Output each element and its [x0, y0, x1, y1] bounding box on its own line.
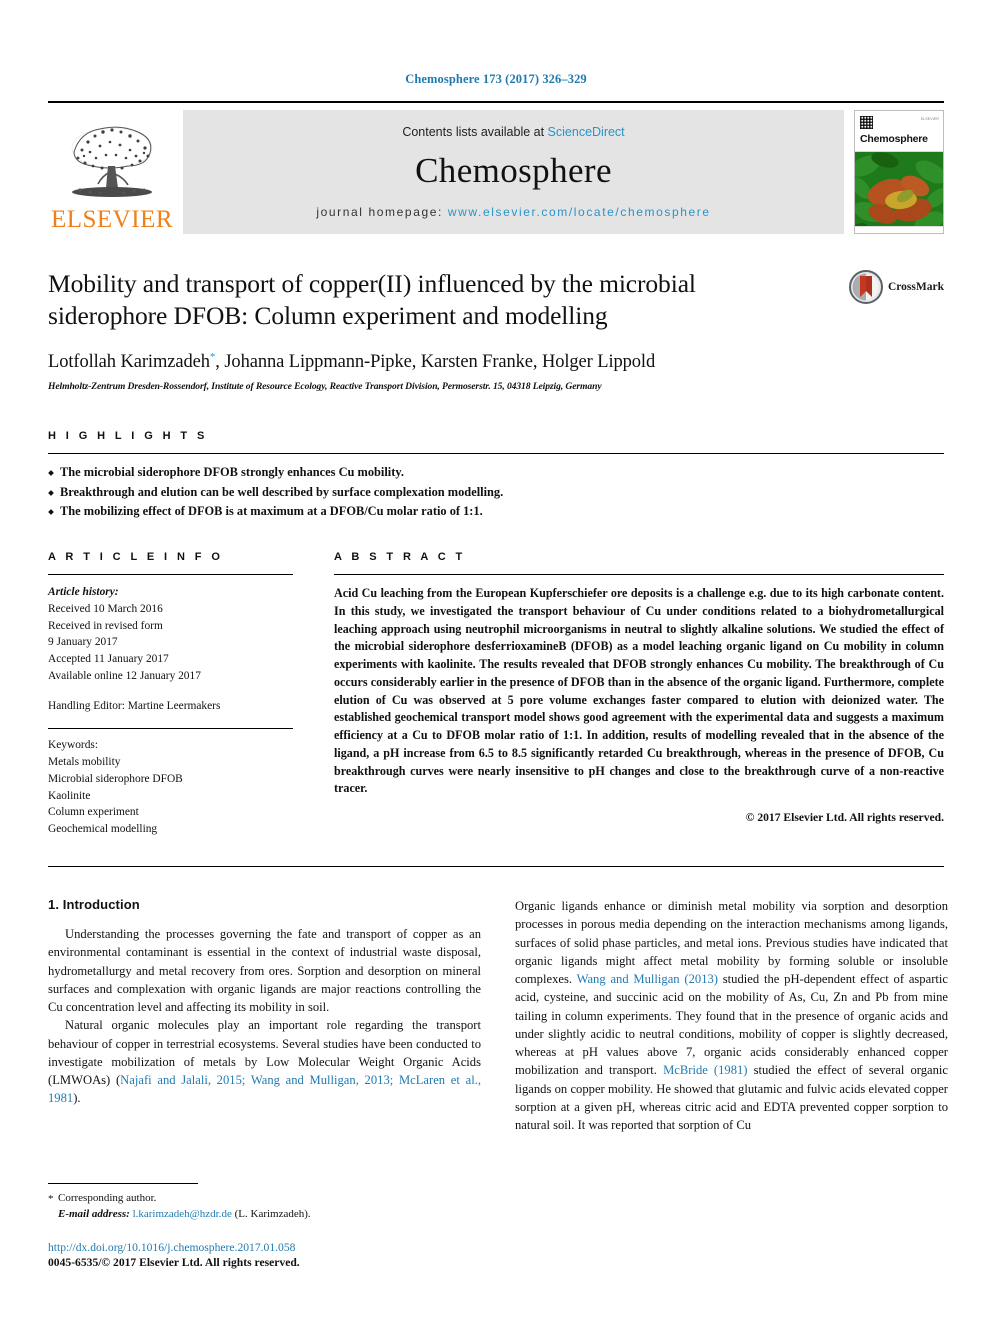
- history-line: Available online 12 January 2017: [48, 669, 201, 682]
- doi-block: http://dx.doi.org/10.1016/j.chemosphere.…: [48, 1241, 481, 1269]
- elsevier-logo: ELSEVIER: [48, 110, 176, 234]
- asterisk-icon: *: [48, 1193, 54, 1206]
- cover-photo: [855, 151, 943, 226]
- crossmark-icon: [848, 270, 883, 304]
- history-line: Received 10 March 2016: [48, 602, 163, 615]
- keywords-divider: [48, 728, 293, 730]
- doi-link[interactable]: http://dx.doi.org/10.1016/j.chemosphere.…: [48, 1241, 481, 1254]
- citation-link[interactable]: McBride (1981): [663, 1063, 747, 1077]
- cover-publisher-label: ELSEVIER: [920, 117, 939, 121]
- section-heading-introduction: 1. Introduction: [48, 897, 140, 913]
- body-column-right: Organic ligands enhance or diminish meta…: [515, 897, 948, 1134]
- crossmark-badge[interactable]: CrossMark: [848, 270, 944, 304]
- masthead-center-panel: Contents lists available at ScienceDirec…: [183, 110, 844, 234]
- barcode-icon: [860, 116, 873, 129]
- running-head: Chemosphere 173 (2017) 326–329: [405, 72, 587, 86]
- cover-bottom-bar: [855, 225, 943, 233]
- cover-journal-title: Chemosphere: [860, 132, 928, 145]
- author-corresponding: Lotfollah Karimzadeh: [48, 352, 210, 373]
- highlights-section: H I G H L I G H T S The microbial sidero…: [48, 430, 944, 521]
- abstract-text: Acid Cu leaching from the European Kupfe…: [334, 586, 944, 796]
- article-info-section: A R T I C L E I N F O Article history: R…: [48, 551, 293, 838]
- keywords-block: Keywords: Metals mobility Microbial side…: [48, 737, 293, 838]
- keyword-item: Microbial siderophore DFOB: [48, 772, 183, 785]
- keyword-item: Metals mobility: [48, 756, 121, 769]
- author-list: Lotfollah Karimzadeh*, Johanna Lippmann-…: [48, 351, 944, 373]
- affiliation: Helmholtz-Zentrum Dresden-Rossendorf, In…: [48, 381, 602, 393]
- contents-available-line: Contents lists available at ScienceDirec…: [402, 125, 624, 139]
- author-list-rest: , Johanna Lippmann-Pipke, Karsten Franke…: [215, 352, 656, 373]
- keywords-label: Keywords:: [48, 739, 98, 752]
- journal-homepage-link[interactable]: www.elsevier.com/locate/chemosphere: [448, 205, 711, 219]
- body-divider: [48, 866, 944, 868]
- journal-cover-thumbnail: ELSEVIER Chemosphere: [854, 110, 944, 234]
- journal-homepage-line: journal homepage: www.elsevier.com/locat…: [316, 205, 710, 219]
- article-info-divider: [48, 574, 293, 576]
- body-columns: 1. Introduction Understanding the proces…: [48, 897, 948, 1134]
- elsevier-tree-icon: [71, 126, 153, 197]
- sciencedirect-link[interactable]: ScienceDirect: [548, 125, 625, 139]
- list-item: The mobilizing effect of DFOB is at maxi…: [48, 502, 944, 521]
- citation-link[interactable]: Wang and Mulligan (2013): [577, 972, 718, 986]
- email-label: E-mail address:: [58, 1208, 130, 1221]
- intro-paragraph-1: Understanding the processes governing th…: [48, 927, 481, 1015]
- abstract-copyright: © 2017 Elsevier Ltd. All rights reserved…: [745, 811, 944, 825]
- email-line: E-mail address: l.karimzadeh@hzdr.de (L.…: [58, 1207, 481, 1223]
- highlights-list: The microbial siderophore DFOB strongly …: [48, 463, 944, 521]
- article-history-label: Article history:: [48, 586, 119, 599]
- corresponding-author-text: Corresponding author.: [58, 1192, 157, 1205]
- issn-copyright-line: 0045-6535/© 2017 Elsevier Ltd. All right…: [48, 1256, 300, 1269]
- article-info-heading: A R T I C L E I N F O: [48, 551, 224, 564]
- title-block: CrossMark Mobility and transport of copp…: [48, 268, 944, 392]
- abstract-section: A B S T R A C T Acid Cu leaching from th…: [334, 551, 944, 838]
- intro-paragraph-3: Organic ligands enhance or diminish meta…: [515, 897, 948, 1134]
- abstract-divider: [334, 574, 944, 576]
- intro-p2-text-b: ).: [73, 1091, 81, 1106]
- list-item: The microbial siderophore DFOB strongly …: [48, 463, 944, 482]
- cover-top-panel: ELSEVIER Chemosphere: [855, 111, 943, 152]
- email-owner: (L. Karimzadeh).: [234, 1208, 311, 1221]
- contents-prefix: Contents lists available at: [402, 125, 548, 139]
- intro-p3-text-b: studied the pH-dependent effect of aspar…: [515, 972, 948, 1078]
- homepage-prefix: journal homepage:: [316, 205, 448, 219]
- keyword-item: Column experiment: [48, 806, 139, 819]
- intro-paragraph-2: Natural organic molecules play an import…: [48, 1016, 481, 1107]
- info-abstract-row: A R T I C L E I N F O Article history: R…: [48, 551, 944, 838]
- cover-leaves-illustration: [855, 151, 943, 226]
- history-line: Received in revised form: [48, 619, 163, 632]
- body-column-left: 1. Introduction Understanding the proces…: [48, 897, 481, 1134]
- journal-masthead: ELSEVIER Contents lists available at Sci…: [48, 101, 944, 234]
- history-line: 9 January 2017: [48, 636, 118, 649]
- list-item: Breakthrough and elution can be well des…: [48, 483, 944, 502]
- keyword-item: Kaolinite: [48, 789, 91, 802]
- elsevier-wordmark: ELSEVIER: [50, 206, 174, 233]
- keyword-item: Geochemical modelling: [48, 823, 158, 836]
- crossmark-label: CrossMark: [887, 281, 944, 293]
- handling-editor: Handling Editor: Martine Leermakers: [48, 699, 221, 712]
- abstract-heading: A B S T R A C T: [334, 551, 466, 564]
- footnote-divider: [48, 1183, 198, 1185]
- highlights-divider: [48, 453, 944, 455]
- corresponding-author-note: * Corresponding author. E-mail address: …: [48, 1191, 481, 1223]
- history-line: Accepted 11 January 2017: [48, 653, 169, 666]
- email-link[interactable]: l.karimzadeh@hzdr.de: [133, 1208, 232, 1220]
- article-page: Chemosphere 173 (2017) 326–329 ELSEVIER …: [0, 0, 992, 1323]
- page-title: Mobility and transport of copper(II) inf…: [48, 269, 696, 331]
- footnote-area: * Corresponding author. E-mail address: …: [48, 1183, 481, 1269]
- highlights-heading: H I G H L I G H T S: [48, 430, 208, 443]
- journal-title: Chemosphere: [415, 151, 612, 190]
- article-history: Article history: Received 10 March 2016 …: [48, 584, 293, 714]
